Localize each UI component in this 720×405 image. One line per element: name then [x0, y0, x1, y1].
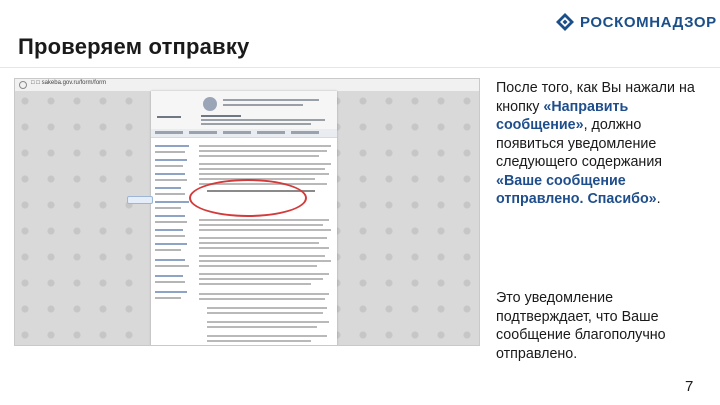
slide-title: Проверяем отправку — [18, 34, 250, 59]
roskomnadzor-logo: РОСКОМНАДЗОР — [556, 10, 717, 34]
body-text-line — [199, 260, 331, 262]
notification-highlight: «Ваше сообщение отправлено. Спасибо» — [496, 172, 657, 208]
sidebar-text — [155, 165, 183, 167]
sidebar-link — [155, 291, 187, 293]
highlight-oval — [189, 179, 307, 217]
sidebar-text — [155, 265, 189, 267]
body-text-line — [199, 237, 327, 239]
body-text-line — [199, 145, 331, 147]
page-header — [151, 91, 337, 130]
body-text-line — [199, 298, 325, 300]
body-text-line — [207, 326, 317, 328]
body-text-line — [199, 255, 325, 257]
nav-item — [223, 131, 251, 134]
state-emblem-icon — [203, 97, 217, 111]
sidebar-text — [155, 193, 185, 195]
sidebar-link — [155, 145, 189, 147]
sidebar-text — [155, 249, 181, 251]
confirmation-text: Это уведомление подтверждает, что Ваше с… — [496, 290, 666, 362]
body-text-line — [199, 283, 311, 285]
body-text-line — [199, 219, 329, 221]
header-text-line — [157, 116, 181, 118]
body-text-line — [199, 173, 329, 175]
sidebar-text — [155, 207, 181, 209]
body-text-line — [199, 155, 319, 157]
sidebar-text — [155, 235, 185, 237]
logo-text: РОСКОМНАДЗОР — [580, 13, 717, 31]
sidebar-link — [155, 229, 183, 231]
body-text-line — [199, 273, 329, 275]
ok-button — [127, 196, 153, 204]
sidebar-text — [155, 297, 181, 299]
sidebar-link — [155, 201, 189, 203]
sidebar-text — [155, 151, 185, 153]
sidebar-link — [155, 187, 181, 189]
sidebar-link — [155, 173, 185, 175]
body-text-line — [207, 312, 323, 314]
page-number: 7 — [685, 378, 694, 395]
header-text-line — [201, 119, 325, 121]
nav-item — [189, 131, 217, 134]
title-divider — [0, 67, 720, 68]
browser-screenshot: □ □ sakeba.gov.ru/form/form — [14, 78, 480, 346]
sidebar-text — [155, 221, 187, 223]
body-text-line — [199, 293, 329, 295]
sidebar-link — [155, 215, 185, 217]
header-text-line — [201, 123, 311, 125]
sidebar-link — [155, 275, 183, 277]
body-text-line — [199, 150, 327, 152]
body-text-line — [207, 335, 327, 337]
body-text-line — [207, 321, 329, 323]
globe-icon — [19, 81, 27, 89]
page-nav — [151, 129, 337, 138]
nav-item — [291, 131, 319, 134]
sidebar-link — [155, 259, 185, 261]
body-text-line — [199, 229, 331, 231]
body-text-line — [199, 265, 317, 267]
header-text-line — [223, 99, 319, 101]
body-text-line — [199, 278, 323, 280]
sidebar-text — [155, 281, 185, 283]
body-text-line — [207, 307, 327, 309]
address-url: □ □ sakeba.gov.ru/form/form — [31, 80, 107, 86]
logo-diamond-icon — [556, 13, 574, 31]
header-text-line — [201, 115, 241, 117]
sidebar-text — [155, 179, 187, 181]
sidebar-link — [155, 243, 187, 245]
body-text-line — [199, 242, 319, 244]
body-text-line — [199, 224, 323, 226]
web-form-page — [127, 91, 337, 345]
header-text-line — [223, 104, 303, 106]
body-text-line — [199, 168, 325, 170]
sidebar-link — [155, 159, 187, 161]
body-text-line — [199, 247, 329, 249]
body-text-line — [207, 340, 311, 342]
body-text-line — [199, 163, 331, 165]
nav-item — [155, 131, 183, 134]
nav-item — [257, 131, 285, 134]
instruction-part: . — [656, 191, 661, 207]
instruction-text: После того, как Вы нажали на кнопку «Нап… — [496, 79, 702, 209]
